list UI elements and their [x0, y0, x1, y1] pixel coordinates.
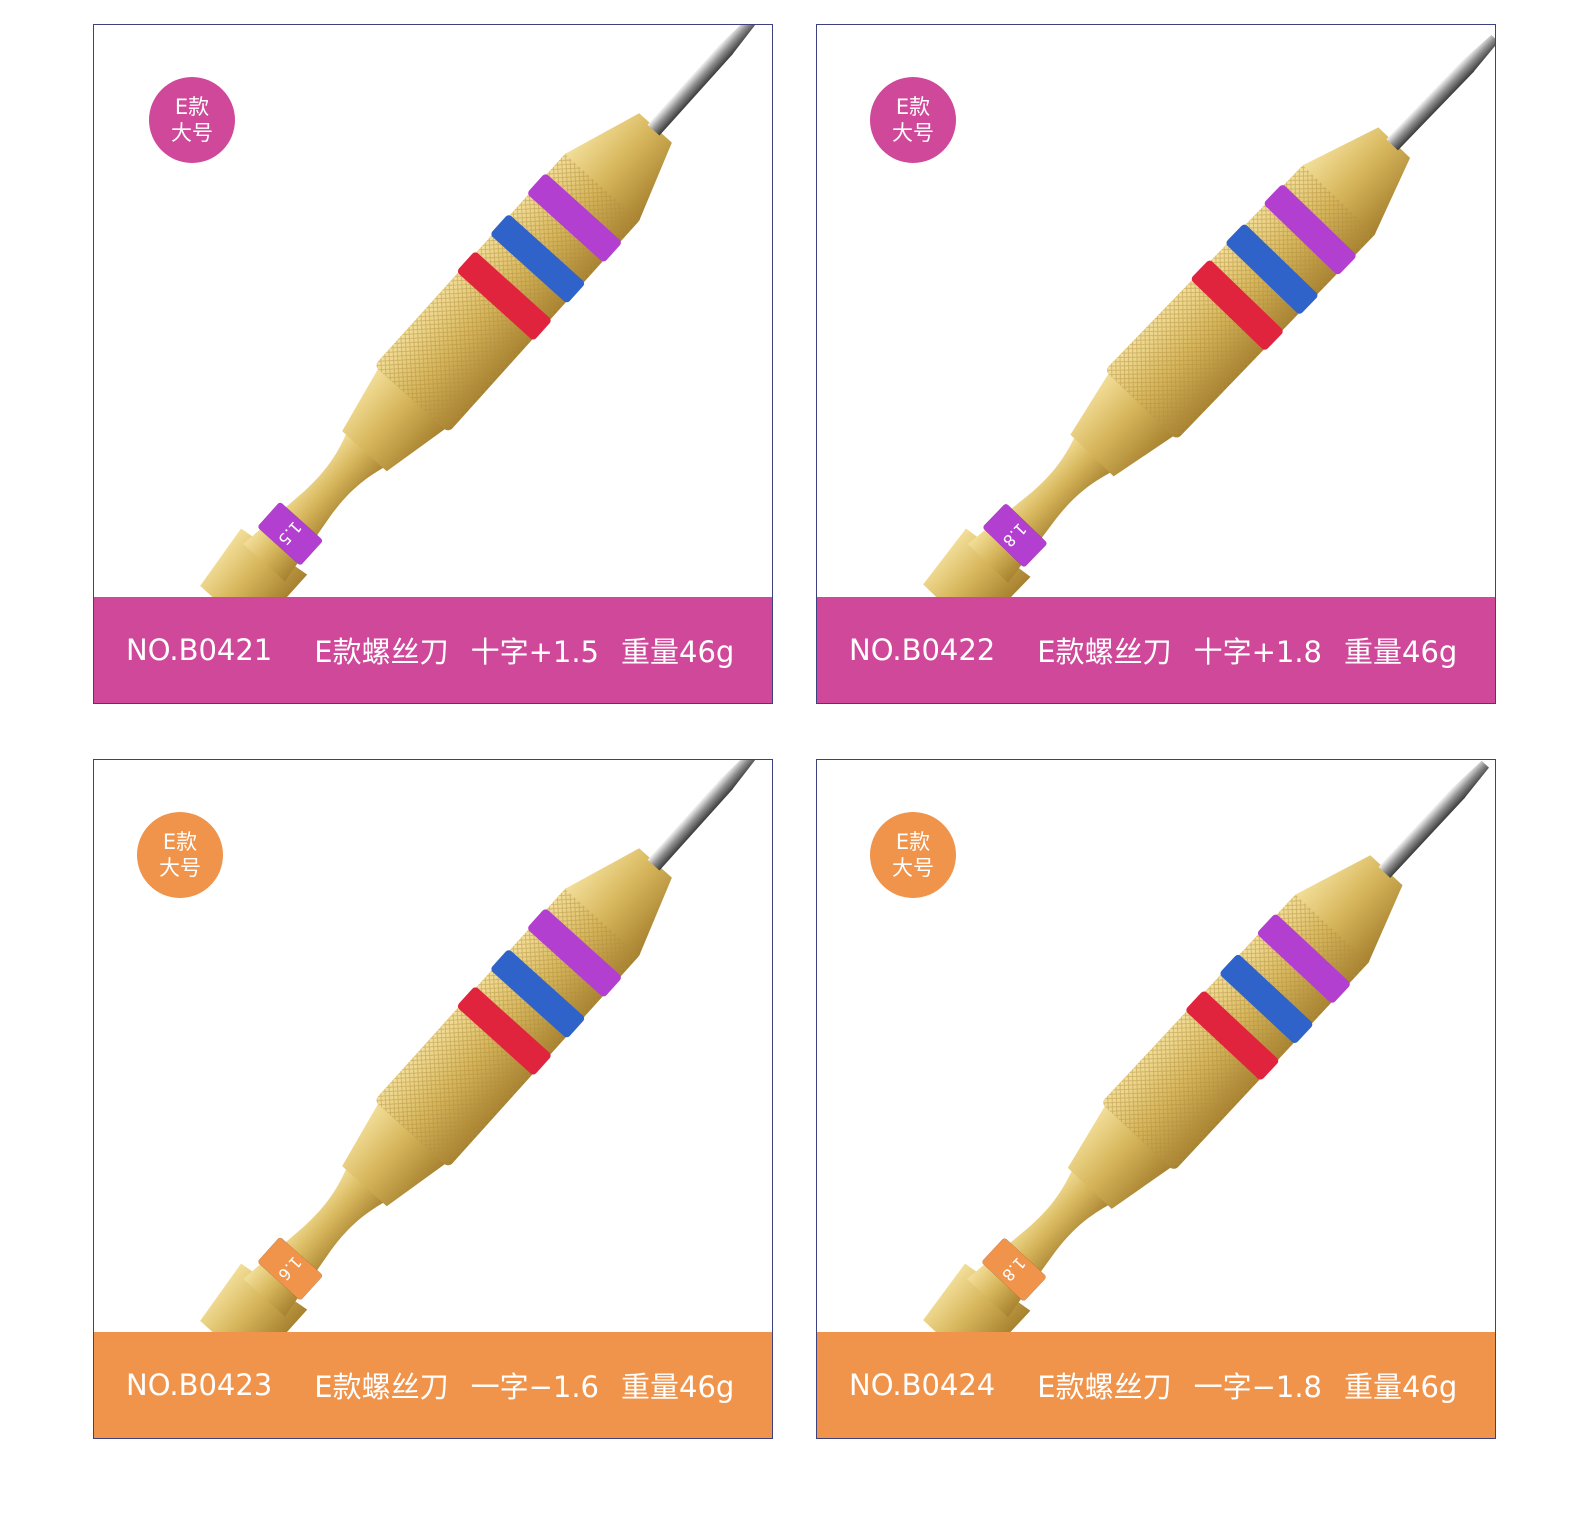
product-info-bar: NO.B0424 E款螺丝刀 一字−1.8 重量46g: [817, 1332, 1495, 1438]
badge-line-1: E款: [895, 830, 931, 854]
product-card-b0424[interactable]: 1.8 E款 大号 NO.B0424 E款螺丝刀 一字−1.8 重量46g: [816, 759, 1496, 1439]
product-spec: 一字−1.6: [470, 1370, 600, 1404]
badge-line-2: 大号: [171, 121, 213, 145]
model-badge: E款 大号: [137, 812, 223, 898]
badge-line-1: E款: [174, 95, 210, 119]
product-info-bar: NO.B0421 E款螺丝刀 十字+1.5 重量46g: [94, 597, 772, 703]
product-info-bar: NO.B0422 E款螺丝刀 十字+1.8 重量46g: [817, 597, 1495, 703]
badge-line-1: E款: [162, 830, 198, 854]
badge-line-2: 大号: [892, 856, 934, 880]
product-weight: 重量46g: [1344, 1370, 1458, 1404]
product-name: E款螺丝刀: [314, 1370, 449, 1404]
product-card-b0421[interactable]: 1.5 E款 大号 NO.B0421 E款螺丝刀 十字+1.5 重量46g: [93, 24, 773, 704]
product-card-b0423[interactable]: 1.6 E款 大号 NO.B0423 E款螺丝刀 一字−1.6 重量46g: [93, 759, 773, 1439]
product-card-b0422[interactable]: 1.8 E款 大号 NO.B0422 E款螺丝刀 十字+1.8 重量46g: [816, 24, 1496, 704]
badge-line-2: 大号: [892, 121, 934, 145]
product-info-bar: NO.B0423 E款螺丝刀 一字−1.6 重量46g: [94, 1332, 772, 1438]
product-code: NO.B0422: [849, 633, 996, 667]
product-name: E款螺丝刀: [1037, 1370, 1172, 1404]
product-code: NO.B0423: [126, 1368, 273, 1402]
badge-line-2: 大号: [159, 856, 201, 880]
product-code: NO.B0421: [126, 633, 273, 667]
product-name: E款螺丝刀: [314, 635, 449, 669]
product-code: NO.B0424: [849, 1368, 996, 1402]
product-weight: 重量46g: [621, 1370, 735, 1404]
product-name: E款螺丝刀: [1037, 635, 1172, 669]
product-spec: 十字+1.8: [1193, 635, 1323, 669]
product-weight: 重量46g: [1344, 635, 1458, 669]
model-badge: E款 大号: [870, 77, 956, 163]
product-spec: 十字+1.5: [470, 635, 600, 669]
product-spec: 一字−1.8: [1193, 1370, 1323, 1404]
model-badge: E款 大号: [149, 77, 235, 163]
product-weight: 重量46g: [621, 635, 735, 669]
badge-line-1: E款: [895, 95, 931, 119]
model-badge: E款 大号: [870, 812, 956, 898]
